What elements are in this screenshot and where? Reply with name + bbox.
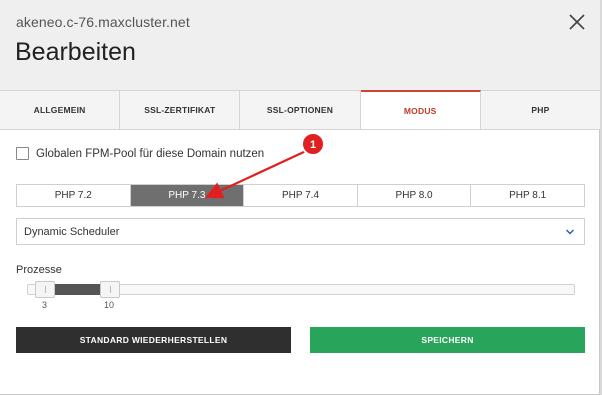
tab-modus[interactable]: MODUS <box>360 90 481 129</box>
domain-subtitle: akeneo.c-76.maxcluster.net <box>16 14 190 30</box>
annotation-marker <box>301 132 325 156</box>
close-icon <box>569 14 585 30</box>
restore-defaults-button[interactable]: STANDARD WIEDERHERSTELLEN <box>16 327 291 353</box>
scheduler-select[interactable]: Dynamic Scheduler <box>16 218 585 245</box>
edit-dialog: akeneo.c-76.maxcluster.net Bearbeiten AL… <box>0 0 600 395</box>
scheduler-select-value: Dynamic Scheduler <box>24 225 120 238</box>
tab-bar: ALLGEMEIN SSL-ZERTIFIKAT SSL-OPTIONEN MO… <box>0 90 600 130</box>
tab-php[interactable]: PHP <box>481 91 600 129</box>
fpm-pool-label: Globalen FPM-Pool für diese Domain nutze… <box>36 147 265 160</box>
chevron-down-icon <box>566 229 574 235</box>
prozesse-label: Prozesse <box>16 264 62 276</box>
php-version-7-3[interactable]: PHP 7.3 <box>130 185 245 206</box>
php-version-7-2[interactable]: PHP 7.2 <box>17 185 131 206</box>
tab-ssl-optionen[interactable]: SSL-OPTIONEN <box>240 91 361 129</box>
save-button[interactable]: SPEICHERN <box>310 327 585 353</box>
php-version-8-0[interactable]: PHP 8.0 <box>357 185 472 206</box>
close-button[interactable] <box>566 11 588 33</box>
dialog-header: akeneo.c-76.maxcluster.net Bearbeiten <box>0 0 600 90</box>
tab-ssl-zertifikat[interactable]: SSL-ZERTIFIKAT <box>120 91 241 129</box>
php-version-7-4[interactable]: PHP 7.4 <box>244 185 358 206</box>
prozesse-max-handle[interactable] <box>100 281 120 298</box>
php-version-selector: PHP 7.2 PHP 7.3 PHP 7.4 PHP 8.0 PHP 8.1 <box>16 184 585 207</box>
prozesse-min-handle[interactable] <box>35 281 55 298</box>
tab-allgemein[interactable]: ALLGEMEIN <box>0 91 121 129</box>
prozesse-max-value: 10 <box>104 300 115 310</box>
fpm-pool-option[interactable]: Globalen FPM-Pool für diese Domain nutze… <box>16 147 264 160</box>
annotation-number: 1 <box>310 139 316 151</box>
php-version-8-1[interactable]: PHP 8.1 <box>471 185 584 206</box>
dialog-title: Bearbeiten <box>15 38 136 66</box>
prozesse-min-value: 3 <box>42 300 48 310</box>
fpm-pool-checkbox[interactable] <box>16 147 29 160</box>
